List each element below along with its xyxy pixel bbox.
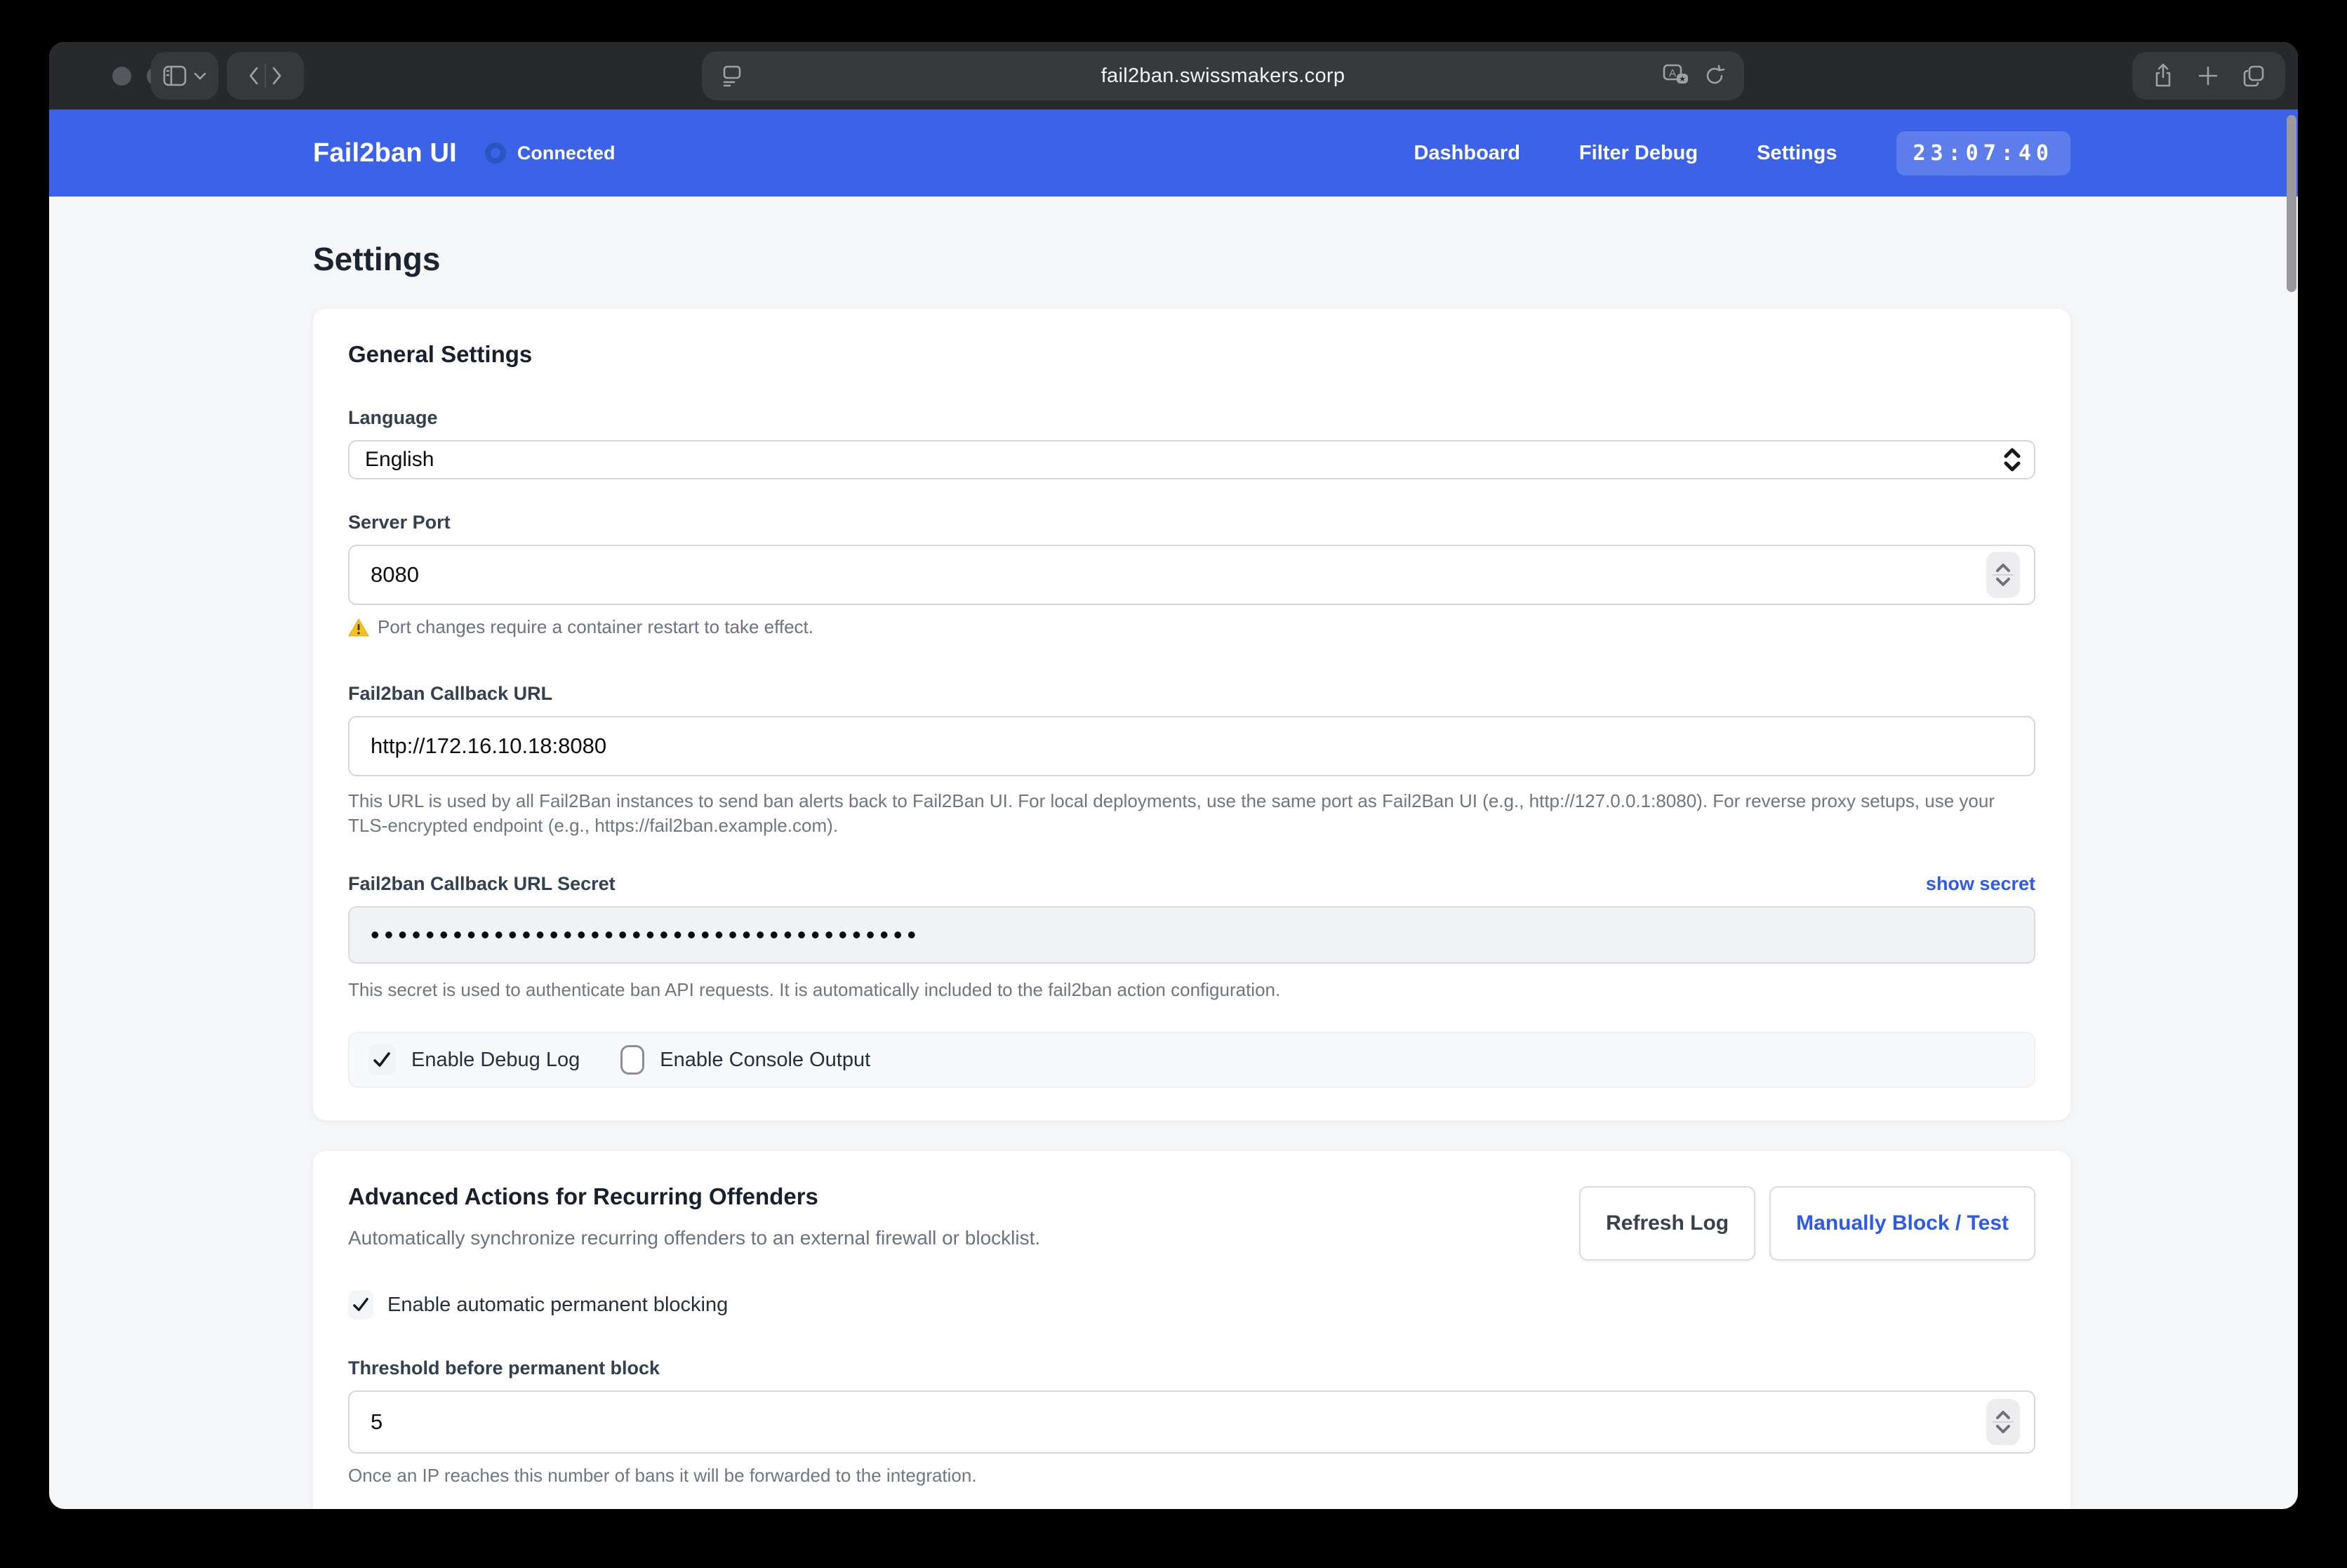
address-bar[interactable]: fail2ban.swissmakers.corp A ★ (702, 51, 1744, 100)
console-output-checkbox[interactable] (620, 1045, 644, 1075)
server-port-input[interactable] (348, 545, 2035, 605)
auto-block-checkbox[interactable] (348, 1290, 373, 1320)
clock-badge: 23:07:40 (1896, 131, 2071, 175)
log-options-row: Enable Debug Log Enable Console Output (348, 1032, 2035, 1088)
share-icon[interactable] (2153, 63, 2174, 88)
divider (265, 64, 266, 88)
callback-url-label: Fail2ban Callback URL (348, 683, 2035, 705)
number-stepper[interactable] (1986, 1399, 2020, 1445)
browser-window: fail2ban.swissmakers.corp A ★ (49, 42, 2298, 1509)
stepper-up-icon[interactable] (1995, 1410, 2012, 1420)
port-warning: Port changes require a container restart… (348, 616, 2035, 638)
stepper-down-icon[interactable] (1995, 1424, 2012, 1434)
settings-page: Settings General Settings Language Engli… (49, 240, 2298, 1509)
callback-url-input[interactable] (348, 716, 2035, 776)
app-nav: Dashboard Filter Debug Settings 23:07:40 (1414, 131, 2070, 175)
advanced-actions-card: Refresh Log Manually Block / Test Advanc… (313, 1151, 2070, 1509)
threshold-label: Threshold before permanent block (348, 1357, 2035, 1379)
reload-icon[interactable] (1703, 64, 1726, 88)
secret-input[interactable] (348, 906, 2035, 964)
svg-text:★: ★ (1679, 75, 1686, 84)
nav-item-filter-debug[interactable]: Filter Debug (1579, 142, 1698, 165)
select-chevrons-icon (2003, 448, 2021, 472)
auto-block-label: Enable automatic permanent blocking (387, 1294, 728, 1317)
stepper-up-icon[interactable] (1995, 563, 2012, 573)
app-header: Fail2ban UI Connected Dashboard Filter D… (49, 109, 2298, 197)
secret-help: This secret is used to authenticate ban … (348, 978, 2035, 1002)
number-stepper[interactable] (1986, 552, 2020, 598)
check-icon (352, 1297, 369, 1313)
page-settings-icon[interactable] (722, 64, 743, 88)
back-icon[interactable] (248, 66, 259, 86)
nav-item-dashboard[interactable]: Dashboard (1414, 142, 1520, 165)
forward-icon[interactable] (272, 66, 283, 86)
app-brand: Fail2ban UI (313, 138, 457, 168)
auto-block-row: Enable automatic permanent blocking (348, 1290, 2035, 1320)
svg-text:A: A (1669, 67, 1676, 79)
scrollbar-thumb[interactable] (2287, 115, 2296, 292)
console-output-label: Enable Console Output (660, 1049, 870, 1072)
check-icon (373, 1051, 391, 1068)
show-secret-link[interactable]: show secret (1926, 873, 2035, 895)
language-select[interactable]: English (348, 440, 2035, 479)
debug-log-label: Enable Debug Log (411, 1049, 580, 1072)
chevron-down-icon (194, 72, 206, 80)
close-window-button[interactable] (112, 67, 131, 86)
nav-item-settings[interactable]: Settings (1757, 142, 1837, 165)
general-settings-card: General Settings Language English Server… (313, 309, 2070, 1120)
sidebar-toggle-button[interactable] (151, 52, 218, 100)
language-select-value: English (365, 448, 434, 472)
toolbar-actions (2132, 52, 2285, 100)
server-port-label: Server Port (348, 512, 2035, 533)
manually-block-test-button[interactable]: Manually Block / Test (1769, 1186, 2035, 1261)
warning-icon (348, 618, 369, 637)
tab-overview-icon[interactable] (2242, 65, 2265, 87)
new-tab-icon[interactable] (2198, 65, 2219, 86)
language-label: Language (348, 407, 2035, 429)
stepper-down-icon[interactable] (1995, 577, 2012, 587)
port-warning-text: Port changes require a container restart… (378, 616, 813, 638)
secret-label: Fail2ban Callback URL Secret (348, 873, 616, 895)
refresh-log-button[interactable]: Refresh Log (1579, 1186, 1755, 1261)
status-label: Connected (517, 142, 616, 164)
debug-log-checkbox[interactable] (368, 1044, 396, 1075)
history-nav-group (227, 52, 304, 100)
sidebar-icon (163, 65, 187, 86)
general-settings-heading: General Settings (348, 341, 2035, 368)
status-ring-icon (485, 142, 506, 164)
translate-icon[interactable]: A ★ (1663, 64, 1689, 88)
url-text[interactable]: fail2ban.swissmakers.corp (702, 65, 1744, 88)
browser-toolbar: fail2ban.swissmakers.corp A ★ (49, 42, 2298, 109)
threshold-input[interactable] (348, 1390, 2035, 1454)
callback-url-help: This URL is used by all Fail2Ban instanc… (348, 789, 2035, 838)
threshold-help: Once an IP reaches this number of bans i… (348, 1463, 2035, 1488)
connection-status: Connected (485, 142, 616, 164)
page-title: Settings (313, 240, 2070, 278)
